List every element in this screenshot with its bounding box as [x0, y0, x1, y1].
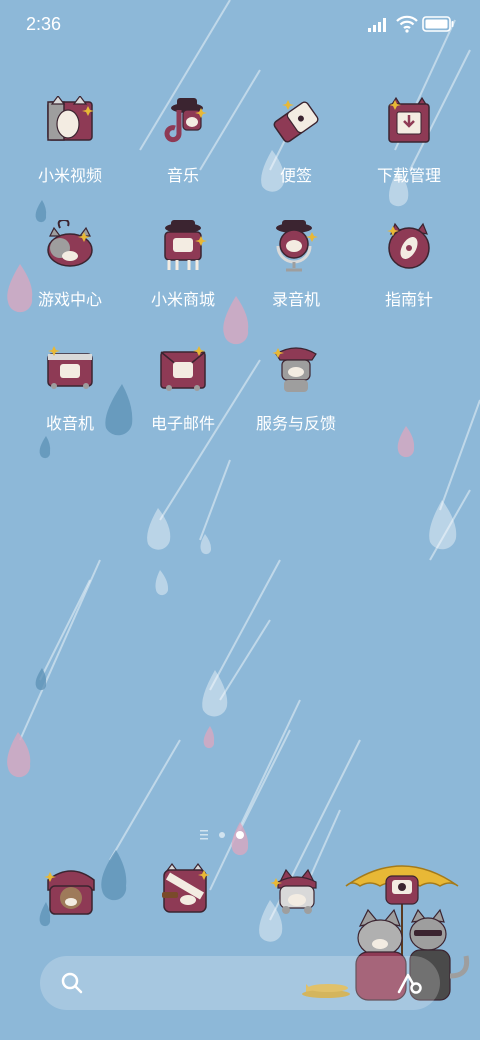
assistant-icon[interactable]	[396, 972, 424, 994]
app-label: 便签	[279, 166, 312, 185]
phone-cat-icon[interactable]	[42, 862, 100, 920]
page-dot[interactable]	[219, 832, 225, 838]
app-game-center[interactable]: 游戏中心	[20, 220, 120, 330]
app-mi-store[interactable]: 小米商城	[133, 220, 233, 330]
app-music[interactable]: 音乐	[133, 96, 233, 206]
app-label: 小米商城	[150, 290, 215, 309]
search-bar[interactable]	[40, 956, 440, 1010]
app-label: 服务与反馈	[255, 414, 336, 433]
game-cat-icon	[47, 220, 93, 267]
app-radio[interactable]: 收音机	[20, 344, 120, 454]
status-bar: 2:36	[0, 0, 480, 52]
page-dot-active[interactable]	[236, 831, 244, 839]
app-label: 指南针	[384, 290, 433, 309]
store-cat-icon	[164, 220, 207, 270]
status-time: 2:36	[26, 14, 62, 34]
app-recorder[interactable]: 录音机	[246, 220, 346, 330]
download-cat-icon	[388, 96, 430, 143]
app-label: 录音机	[271, 290, 320, 309]
email-cat-icon	[160, 346, 206, 391]
radio-cat-icon	[47, 346, 93, 389]
search-icon	[61, 972, 83, 994]
messages-cat-icon[interactable]	[156, 862, 214, 920]
app-label: 收音机	[45, 414, 94, 433]
app-label: 音乐	[166, 166, 199, 185]
music-cat-icon	[164, 98, 207, 143]
signal-icon	[368, 18, 386, 32]
app-compass[interactable]: 指南针	[359, 220, 459, 330]
app-mi-video[interactable]: 小米视频	[20, 96, 120, 206]
app-email[interactable]: 电子邮件	[133, 344, 233, 454]
battery-icon	[422, 16, 454, 32]
feedback-cat-icon	[272, 347, 317, 392]
umbrella-cats-illustration	[302, 865, 470, 1001]
app-service-feedback[interactable]: 服务与反馈	[246, 344, 346, 454]
menu-lines-icon	[200, 830, 208, 840]
notes-cat-icon	[273, 100, 319, 143]
app-label: 电子邮件	[150, 414, 215, 433]
video-cat-icon	[47, 96, 94, 141]
page-indicator[interactable]	[198, 829, 282, 843]
compass-cat-icon	[387, 222, 430, 269]
app-label: 下载管理	[376, 166, 441, 185]
app-notes[interactable]: 便签	[246, 96, 346, 206]
app-downloads[interactable]: 下载管理	[359, 96, 459, 206]
app-label: 小米视频	[37, 166, 102, 185]
app-label: 游戏中心	[37, 290, 102, 309]
wifi-icon	[396, 15, 418, 33]
recorder-cat-icon	[276, 220, 318, 272]
